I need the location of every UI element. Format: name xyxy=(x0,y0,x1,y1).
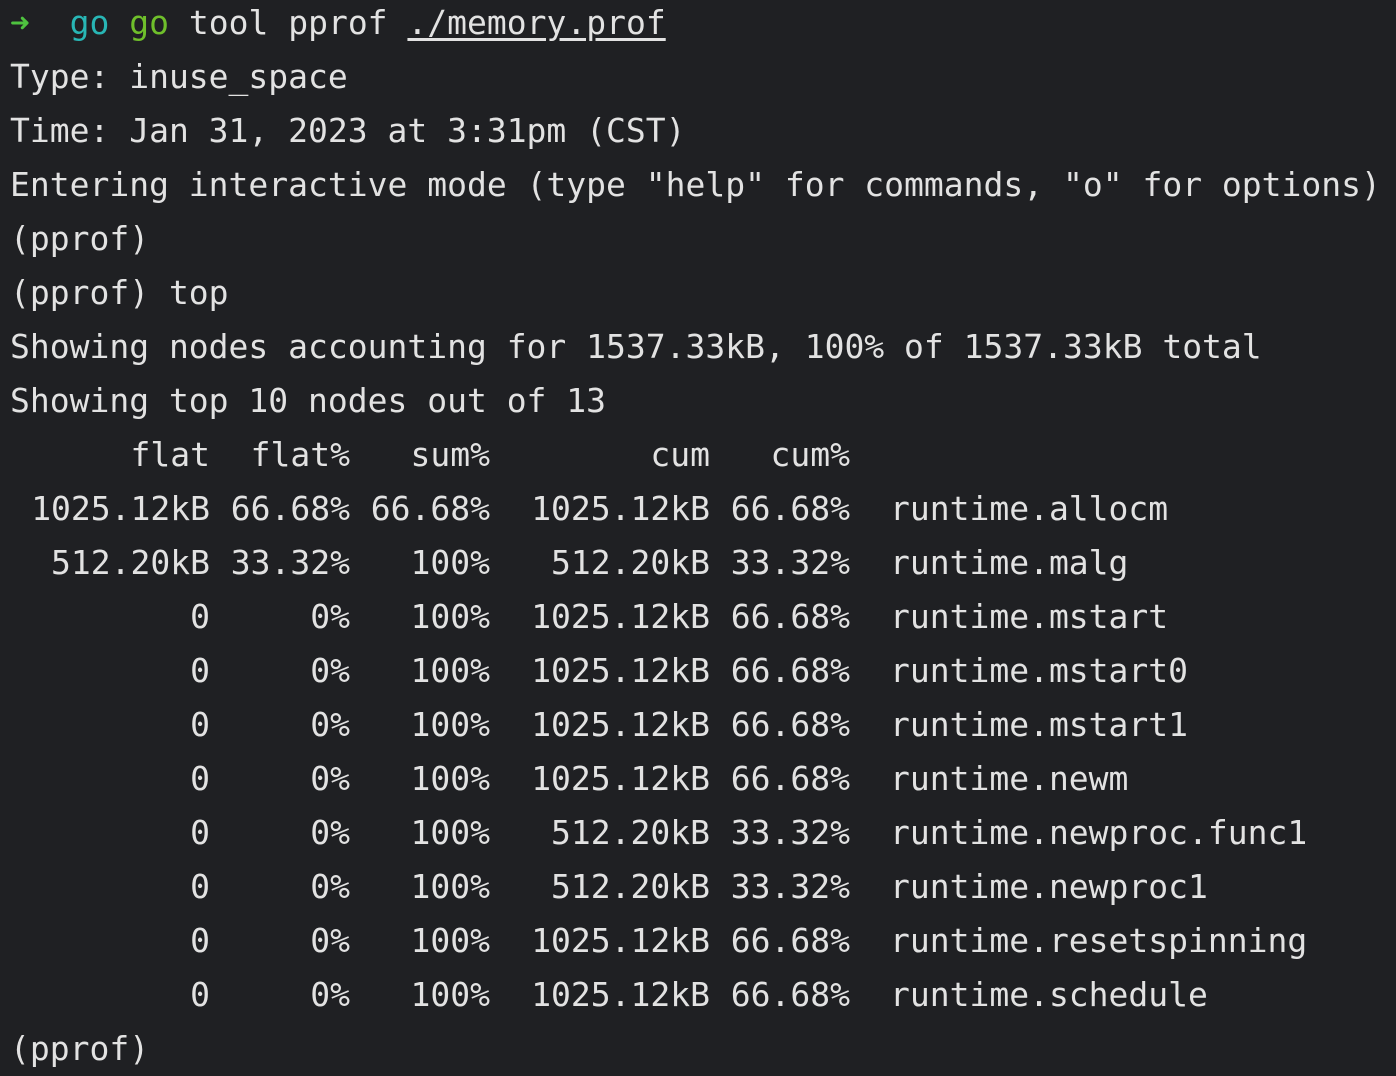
summary-nodes-line: Showing nodes accounting for 1537.33kB, … xyxy=(10,327,1262,366)
prompt-args: tool pprof xyxy=(188,3,388,42)
cell-function-name: runtime.mstart0 xyxy=(890,651,1189,690)
cell-flat: 0 xyxy=(190,651,210,690)
cell-cum: 512.20kB xyxy=(551,813,710,852)
shell-prompt-line: ➜ go go tool pprof ./memory.prof xyxy=(10,0,666,50)
cell-sum-pct: 100% xyxy=(410,651,490,690)
cell-cum: 512.20kB xyxy=(551,543,710,582)
cell-cum-pct: 66.68% xyxy=(730,489,850,528)
cell-function-name: runtime.resetspinning xyxy=(890,921,1308,960)
cell-sum-pct: 100% xyxy=(410,597,490,636)
cell-flat-pct: 0% xyxy=(310,813,350,852)
table-row: 0 0% 100% 512.20kB 33.32% runtime.newproc1 xyxy=(0,860,1396,914)
cell-flat-pct: 66.68% xyxy=(230,489,350,528)
cell-function-name: runtime.newm xyxy=(890,759,1129,798)
table-row: 512.20kB 33.32% 100% 512.20kB 33.32% runtime.… xyxy=(0,536,1396,590)
column-header-cum-pct: cum% xyxy=(770,435,850,474)
cell-cum: 1025.12kB xyxy=(531,975,710,1014)
cell-cum-pct: 66.68% xyxy=(730,651,850,690)
table-header: flat flat% sum% cum cum% xyxy=(0,428,1396,482)
cell-sum-pct: 100% xyxy=(410,867,490,906)
cell-flat: 0 xyxy=(190,705,210,744)
cell-sum-pct: 66.68% xyxy=(370,489,490,528)
profile-time-line: Time: Jan 31, 2023 at 3:31pm (CST) xyxy=(10,111,686,150)
cell-flat-pct: 0% xyxy=(310,867,350,906)
cell-cum: 512.20kB xyxy=(551,867,710,906)
cell-cum-pct: 33.32% xyxy=(730,867,850,906)
cell-flat: 1025.12kB xyxy=(31,489,210,528)
cell-function-name: runtime.newproc.func1 xyxy=(890,813,1308,852)
column-header-flat-pct: flat% xyxy=(250,435,350,474)
terminal-window[interactable]: ➜ go go tool pprof ./memory.prof Type: i… xyxy=(0,0,1396,1074)
cell-function-name: runtime.allocm xyxy=(890,489,1169,528)
cell-flat: 512.20kB xyxy=(51,543,210,582)
column-header-sum-pct: sum% xyxy=(410,435,490,474)
cell-cum-pct: 33.32% xyxy=(730,813,850,852)
cell-function-name: runtime.schedule xyxy=(890,975,1208,1014)
cell-function-name: runtime.newproc1 xyxy=(890,867,1208,906)
cell-flat: 0 xyxy=(190,759,210,798)
cell-flat-pct: 0% xyxy=(310,759,350,798)
cell-flat-pct: 0% xyxy=(310,597,350,636)
prompt-command: go xyxy=(129,3,169,42)
cell-flat-pct: 0% xyxy=(310,705,350,744)
cell-function-name: runtime.mstart xyxy=(890,597,1169,636)
cell-flat: 0 xyxy=(190,921,210,960)
cell-cum: 1025.12kB xyxy=(531,597,710,636)
cell-sum-pct: 100% xyxy=(410,975,490,1014)
cell-cum: 1025.12kB xyxy=(531,489,710,528)
prompt-file-path[interactable]: ./memory.prof xyxy=(407,3,665,42)
cell-flat-pct: 0% xyxy=(310,975,350,1014)
table-row: 0 0% 100% 1025.12kB 66.68% runtime.schedule xyxy=(0,968,1396,1022)
pprof-final-prompt[interactable]: (pprof) xyxy=(10,1022,149,1076)
cell-sum-pct: 100% xyxy=(410,759,490,798)
table-row: 0 0% 100% 1025.12kB 66.68% runtime.newm xyxy=(0,752,1396,806)
cell-cum: 1025.12kB xyxy=(531,705,710,744)
cell-cum-pct: 66.68% xyxy=(730,921,850,960)
profile-type-line: Type: inuse_space xyxy=(10,57,348,96)
cell-flat-pct: 0% xyxy=(310,921,350,960)
cell-flat: 0 xyxy=(190,813,210,852)
table-row: 0 0% 100% 512.20kB 33.32% runtime.newproc.fun… xyxy=(0,806,1396,860)
interactive-mode-line: Entering interactive mode (type "help" f… xyxy=(10,165,1381,204)
cell-cum-pct: 66.68% xyxy=(730,705,850,744)
cell-cum-pct: 33.32% xyxy=(730,543,850,582)
column-header-cum: cum xyxy=(650,435,710,474)
cell-flat: 0 xyxy=(190,597,210,636)
table-row: 0 0% 100% 1025.12kB 66.68% runtime.mstart1 xyxy=(0,698,1396,752)
table-row: 1025.12kB 66.68% 66.68% 1025.12kB 66.68% runt… xyxy=(0,482,1396,536)
table-row: 0 0% 100% 1025.12kB 66.68% runtime.mstart0 xyxy=(0,644,1396,698)
cell-sum-pct: 100% xyxy=(410,543,490,582)
summary-top-line: Showing top 10 nodes out of 13 xyxy=(10,381,607,420)
cell-function-name: runtime.mstart1 xyxy=(890,705,1189,744)
cell-function-name: runtime.malg xyxy=(890,543,1129,582)
prompt-cwd: go xyxy=(69,3,110,42)
cell-cum: 1025.12kB xyxy=(531,651,710,690)
cell-cum-pct: 66.68% xyxy=(730,597,850,636)
pprof-top-command-line: (pprof) top xyxy=(10,273,229,312)
table-row: 0 0% 100% 1025.12kB 66.68% runtime.mstart xyxy=(0,590,1396,644)
cell-cum: 1025.12kB xyxy=(531,921,710,960)
cell-cum-pct: 66.68% xyxy=(730,975,850,1014)
cell-flat: 0 xyxy=(190,867,210,906)
prompt-arrow-icon: ➜ xyxy=(10,3,30,42)
cell-cum-pct: 66.68% xyxy=(730,759,850,798)
cell-flat-pct: 33.32% xyxy=(230,543,350,582)
cell-flat: 0 xyxy=(190,975,210,1014)
cell-cum: 1025.12kB xyxy=(531,759,710,798)
cell-sum-pct: 100% xyxy=(410,921,490,960)
cell-sum-pct: 100% xyxy=(410,705,490,744)
table-row: 0 0% 100% 1025.12kB 66.68% runtime.resetspinn… xyxy=(0,914,1396,968)
pprof-prompt-line: (pprof) xyxy=(10,219,150,258)
cell-sum-pct: 100% xyxy=(410,813,490,852)
cell-flat-pct: 0% xyxy=(310,651,350,690)
column-header-flat: flat xyxy=(130,435,210,474)
